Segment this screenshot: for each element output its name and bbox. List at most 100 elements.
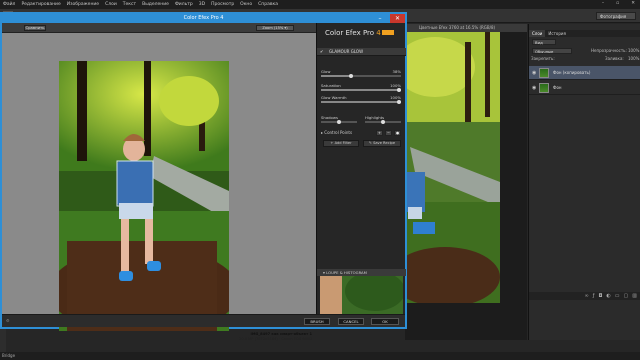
ps-document-tab[interactable]: Цветные Efex 3760 at 16.5% (RGB/8) — [405, 24, 527, 32]
checkmark-icon[interactable]: ✔ — [320, 50, 325, 54]
preview-area: IMG_8497 как смарт-объект 1 20.0 MP (387… — [2, 33, 316, 341]
color-efex-dialog: Color Efex Pro 4 – ✕ Сравнить Zoom (15% … — [0, 12, 407, 341]
cancel-button[interactable]: CANCEL — [338, 318, 364, 325]
control-point-tools: + − ● — [376, 130, 401, 136]
menu-item-type[interactable]: Текст — [120, 2, 139, 7]
slider-value: 38% — [392, 69, 401, 74]
menu-item-layers[interactable]: Слои — [102, 2, 120, 7]
menu-item-image[interactable]: Изображение — [64, 2, 102, 7]
mask-icon[interactable]: ◘ — [598, 292, 602, 300]
trash-icon[interactable]: ▥ — [632, 292, 637, 300]
link-icon[interactable]: ∞ — [585, 292, 589, 300]
fx-icon[interactable]: ƒ — [593, 292, 595, 300]
slider-fill — [321, 89, 401, 91]
control-point-add-icon[interactable]: + — [376, 130, 383, 136]
slider-knob[interactable] — [349, 74, 354, 78]
menu-item-3d[interactable]: 3D — [196, 2, 208, 7]
layer-thumbnail — [539, 68, 549, 78]
glow-warmth-slider[interactable]: Glow Warmth 100% — [321, 95, 401, 107]
slider-label: Glow Warmth — [321, 95, 347, 100]
layers-panel: Слои История Вид Обычные Непрозрачность:… — [528, 24, 640, 340]
layer-name: Фон — [553, 85, 562, 90]
slider-fill — [321, 101, 401, 103]
fill-value[interactable]: 100% — [628, 55, 639, 62]
dialog-bottom-bar: ⚙ BRUSH CANCEL OK — [2, 314, 405, 327]
blend-mode-select[interactable]: Обычные — [532, 48, 572, 54]
filter-controls-panel: Color Efex Pro 4 ✔ GLAMOUR GLOW Glow 38%… — [316, 23, 406, 314]
eye-icon[interactable]: ◉ — [532, 85, 536, 91]
menu-item-select[interactable]: Выделение — [139, 2, 172, 7]
ps-canvas-image — [405, 32, 500, 303]
image-caption: IMG_8497 как смарт-объект 1 20.0 MP (387… — [152, 332, 312, 341]
loupe-graphic — [320, 276, 403, 314]
workspace-switcher[interactable]: Фотография — [596, 12, 636, 20]
filter-name: GLAMOUR GLOW — [329, 49, 364, 54]
brand-version: 4 — [376, 29, 381, 37]
slider-track[interactable] — [321, 89, 401, 91]
shadows-slider[interactable]: Shadows — [321, 115, 357, 127]
saturation-slider[interactable]: Saturation 100% — [321, 83, 401, 95]
menu-item-view[interactable]: Просмотр — [208, 2, 237, 7]
new-layer-icon[interactable]: ▢ — [624, 292, 629, 300]
control-point-minus-icon[interactable]: − — [385, 130, 392, 136]
window-controls: – ▫ ✕ — [599, 1, 638, 6]
minimize-icon[interactable]: – — [374, 14, 386, 23]
highlights-slider[interactable]: Highlights — [365, 115, 401, 127]
fill-label: Заливка: — [605, 56, 624, 61]
compare-button[interactable]: Сравнить — [24, 25, 46, 31]
glow-slider[interactable]: Glow 38% — [321, 69, 401, 81]
layers-panel-tabs: Слои История — [529, 30, 640, 37]
menu-item-edit[interactable]: Редактирование — [18, 2, 63, 7]
filter-header[interactable]: ✔ GLAMOUR GLOW — [317, 48, 406, 56]
slider-knob[interactable] — [337, 120, 341, 124]
menu-item-window[interactable]: Окно — [237, 2, 255, 7]
menu-item-help[interactable]: Справка — [255, 2, 281, 7]
layer-name: Фон (копировать) — [553, 70, 591, 75]
slider-knob[interactable] — [381, 120, 385, 124]
slider-knob[interactable] — [397, 88, 401, 92]
save-recipe-button[interactable]: ✎ Save Recipe — [363, 140, 401, 147]
layer-row[interactable]: ◉ Фон (копировать) — [529, 66, 640, 80]
brand-badge — [382, 30, 394, 35]
tab-history[interactable]: История — [545, 30, 569, 37]
lock-label: Закрепить: — [531, 56, 555, 61]
close-icon[interactable]: ✕ — [628, 1, 638, 6]
tab-layers[interactable]: Слои — [529, 30, 546, 37]
layer-thumbnail — [539, 83, 549, 93]
zoom-select[interactable]: Zoom (15% ▾) — [256, 25, 294, 31]
folder-icon[interactable]: ▭ — [615, 292, 620, 300]
menu-item-file[interactable]: Файл — [0, 2, 18, 7]
layer-row[interactable]: ◉ Фон — [529, 81, 640, 95]
adjustment-icon[interactable]: ◐ — [606, 292, 610, 300]
brush-button[interactable]: BRUSH — [304, 318, 330, 325]
menu-item-filter[interactable]: Фильтр — [172, 2, 196, 7]
loupe-view — [320, 276, 403, 314]
minimize-icon[interactable]: – — [599, 1, 607, 6]
brand-name: Color Efex Pro — [325, 29, 375, 37]
slider-knob[interactable] — [397, 100, 401, 104]
slider-label: Glow — [321, 69, 331, 74]
preview-photo — [59, 61, 229, 331]
close-icon[interactable]: ✕ — [390, 14, 405, 23]
slider-track[interactable] — [321, 75, 401, 77]
preview-photo-graphic — [59, 61, 229, 331]
menubar: Файл Редактирование Изображение Слои Тек… — [0, 0, 640, 9]
eye-icon[interactable]: ◉ — [532, 70, 536, 76]
dialog-title: Color Efex Pro 4 — [2, 14, 405, 23]
maximize-icon[interactable]: ▫ — [613, 1, 622, 6]
control-points-label: Control Points — [324, 130, 353, 135]
preview-toolbar: Сравнить Zoom (15% ▾) — [2, 23, 316, 33]
ps-photo-graphic — [405, 32, 500, 303]
shadows-label: Shadows — [321, 115, 338, 120]
loupe-header[interactable]: ▾ LOUPE & HISTOGRAM — [317, 269, 406, 276]
opacity-label: Непрозрачность: — [591, 48, 627, 53]
brand-logo: Color Efex Pro 4 — [325, 29, 381, 37]
layer-filter-kind[interactable]: Вид — [532, 39, 556, 45]
ok-button[interactable]: OK — [371, 318, 399, 325]
loupe-label: LOUPE & HISTOGRAM — [326, 270, 367, 275]
add-filter-button[interactable]: + Add Filter — [323, 140, 359, 147]
settings-icon[interactable]: ⚙ — [6, 318, 46, 325]
opacity-value[interactable]: 100% — [628, 47, 639, 54]
slider-track[interactable] — [321, 101, 401, 103]
control-point-brush-icon[interactable]: ● — [394, 130, 401, 136]
